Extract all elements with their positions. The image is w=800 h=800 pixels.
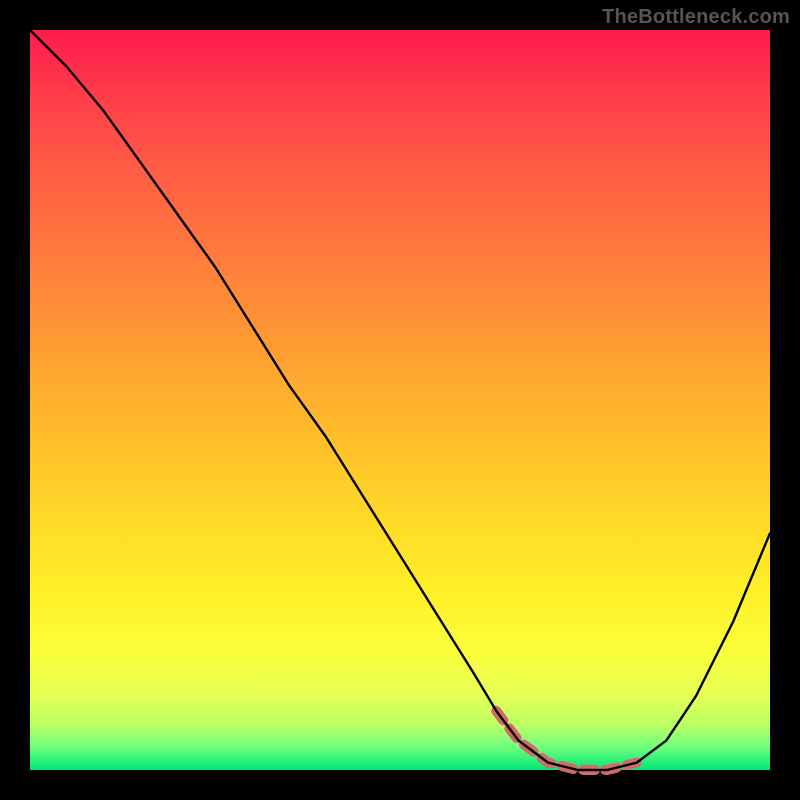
plot-area <box>30 30 770 770</box>
curve-svg <box>30 30 770 770</box>
chart-stage: TheBottleneck.com <box>0 0 800 800</box>
bottleneck-curve <box>30 30 770 770</box>
watermark-text: TheBottleneck.com <box>602 6 790 29</box>
